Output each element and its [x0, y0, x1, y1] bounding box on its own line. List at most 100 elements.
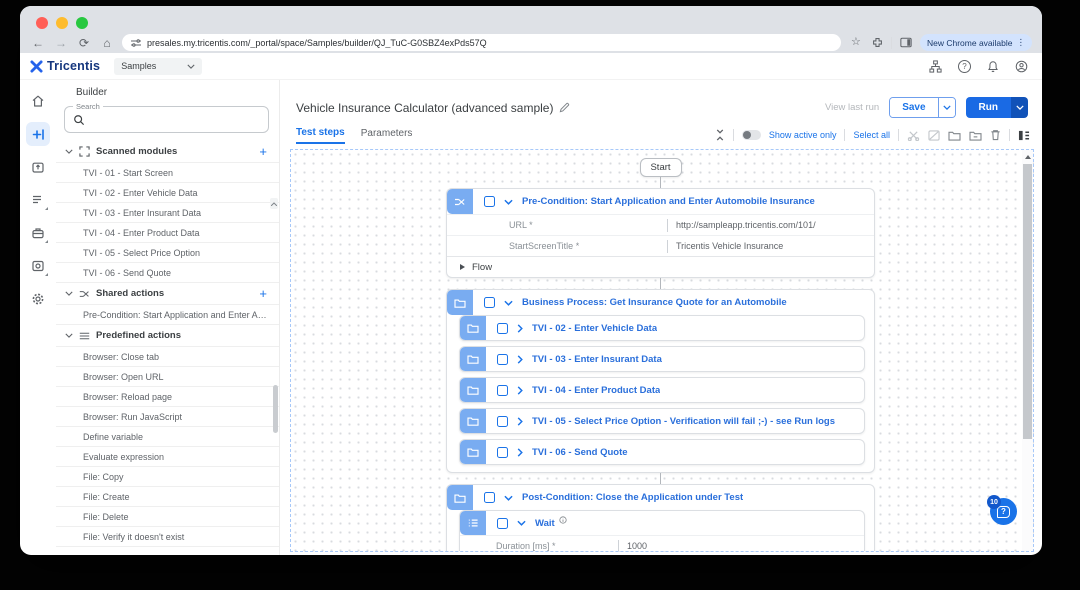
tree-item[interactable]: Browser: Open URL: [56, 367, 279, 387]
group-predefined-actions[interactable]: Predefined actions: [56, 325, 279, 347]
canvas-scrollbar-thumb[interactable]: [1023, 164, 1032, 439]
step-checkbox[interactable]: [497, 322, 508, 334]
tree-item[interactable]: TVI - 03 - Enter Insurant Data: [56, 203, 279, 223]
tree-item[interactable]: Pre-Condition: Start Application and Ent…: [56, 305, 279, 325]
step-checkbox[interactable]: [484, 297, 495, 308]
site-settings-icon[interactable]: [131, 38, 141, 47]
tree-item[interactable]: Evaluate expression: [56, 447, 279, 467]
step-checkbox[interactable]: [497, 353, 508, 365]
canvas-scrollbar[interactable]: [1022, 150, 1033, 551]
collapse-all-icon[interactable]: [715, 129, 725, 141]
org-structure-icon[interactable]: [929, 59, 942, 73]
run-button[interactable]: Run: [965, 97, 1011, 118]
step-title[interactable]: TVI - 03 - Enter Insurant Data: [532, 354, 662, 365]
tree-item[interactable]: Browser: Close tab: [56, 347, 279, 367]
close-window-button[interactable]: [36, 17, 48, 29]
info-icon[interactable]: [559, 516, 567, 524]
tree-item[interactable]: Browser: Reload page: [56, 387, 279, 407]
edit-title-pencil-icon[interactable]: [559, 102, 570, 113]
chevron-down-icon[interactable]: [504, 199, 513, 205]
step-title[interactable]: TVI - 06 - Send Quote: [532, 447, 628, 458]
cut-icon[interactable]: [907, 130, 920, 141]
tvi-step-card[interactable]: TVI - 06 - Send Quote: [459, 439, 865, 465]
tree-item[interactable]: File: Copy: [56, 467, 279, 487]
tree-item[interactable]: File: Create: [56, 487, 279, 507]
rail-home-icon[interactable]: [26, 89, 50, 113]
help-chat-fab[interactable]: ? 10: [987, 495, 1017, 525]
details-panel-icon[interactable]: [1018, 130, 1030, 141]
step-checkbox[interactable]: [497, 384, 508, 396]
tvi-step-card[interactable]: TVI - 03 - Enter Insurant Data: [459, 346, 865, 372]
rail-integrations-icon[interactable]: [26, 254, 50, 278]
wait-step-card[interactable]: Wait Duration [ms] * 1000: [459, 510, 865, 551]
step-title[interactable]: TVI - 02 - Enter Vehicle Data: [532, 323, 657, 334]
tree-item[interactable]: TVI - 01 - Start Screen: [56, 163, 279, 183]
pre-condition-card[interactable]: Pre-Condition: Start Application and Ent…: [446, 188, 875, 278]
chevron-right-icon[interactable]: [517, 385, 523, 395]
business-process-card[interactable]: Business Process: Get Insurance Quote fo…: [446, 289, 875, 473]
show-active-only-label[interactable]: Show active only: [769, 130, 837, 140]
tree-item[interactable]: File: Verify it doesn't exist: [56, 527, 279, 547]
rail-builder-icon[interactable]: [26, 122, 50, 146]
browser-menu-icon[interactable]: ⋮: [1017, 37, 1026, 48]
rail-toolbox-icon[interactable]: [26, 221, 50, 245]
step-title[interactable]: TVI - 04 - Enter Product Data: [532, 385, 660, 396]
step-checkbox[interactable]: [497, 517, 508, 529]
maximize-window-button[interactable]: [76, 17, 88, 29]
add-module-button[interactable]: +: [259, 144, 267, 159]
disable-step-icon[interactable]: [928, 129, 940, 141]
tvi-step-card[interactable]: TVI - 02 - Enter Vehicle Data: [459, 315, 865, 341]
tab-parameters[interactable]: Parameters: [361, 128, 413, 143]
add-shared-action-button[interactable]: +: [259, 286, 267, 301]
folder-icon[interactable]: [948, 130, 961, 141]
tvi-step-card[interactable]: TVI - 04 - Enter Product Data: [459, 377, 865, 403]
chevron-down-icon[interactable]: [504, 300, 513, 306]
rail-settings-gear-icon[interactable]: [26, 287, 50, 311]
chevron-down-icon[interactable]: [65, 149, 73, 154]
back-button[interactable]: ←: [30, 37, 46, 49]
chevron-down-icon[interactable]: [65, 291, 73, 296]
post-condition-card[interactable]: Post-Condition: Close the Application un…: [446, 484, 875, 551]
home-button[interactable]: ⌂: [99, 37, 115, 49]
show-active-only-toggle[interactable]: [741, 130, 761, 140]
ungroup-folder-icon[interactable]: [969, 130, 982, 141]
tree-item[interactable]: TVI - 02 - Enter Vehicle Data: [56, 183, 279, 203]
save-dropdown-button[interactable]: [937, 98, 955, 117]
save-button[interactable]: Save: [890, 98, 938, 117]
chevron-right-icon[interactable]: [517, 323, 523, 333]
notifications-bell-icon[interactable]: [987, 60, 999, 73]
step-title[interactable]: TVI - 05 - Select Price Option - Verific…: [532, 416, 835, 427]
run-dropdown-button[interactable]: [1011, 97, 1028, 118]
flow-expander[interactable]: Flow: [447, 256, 874, 277]
group-shared-actions[interactable]: Shared actions +: [56, 283, 279, 305]
chrome-update-pill[interactable]: New Chrome available ⋮: [919, 34, 1032, 51]
account-avatar-icon[interactable]: [1015, 60, 1028, 73]
chevron-down-icon[interactable]: [517, 520, 526, 526]
step-checkbox[interactable]: [497, 446, 508, 458]
tvi-step-card[interactable]: TVI - 05 - Select Price Option - Verific…: [459, 408, 865, 434]
step-title[interactable]: Post-Condition: Close the Application un…: [522, 492, 743, 503]
chevron-down-icon[interactable]: [65, 333, 73, 338]
select-all-link[interactable]: Select all: [853, 130, 890, 140]
address-bar[interactable]: presales.my.tricentis.com/_portal/space/…: [122, 34, 841, 51]
step-title[interactable]: Pre-Condition: Start Application and Ent…: [522, 196, 815, 207]
tree-item[interactable]: File: Delete: [56, 507, 279, 527]
search-input[interactable]: Search: [64, 102, 269, 133]
panel-scrollbar-thumb[interactable]: [273, 385, 278, 433]
group-scanned-modules[interactable]: Scanned modules +: [56, 141, 279, 163]
step-title[interactable]: Wait: [535, 518, 555, 529]
step-checkbox[interactable]: [484, 492, 495, 503]
tree-item[interactable]: TVI - 05 - Select Price Option: [56, 243, 279, 263]
scroll-up-arrow[interactable]: [1022, 150, 1033, 163]
extensions-icon[interactable]: [872, 37, 883, 48]
param-value[interactable]: Tricentis Vehicle Insurance: [676, 241, 783, 251]
rail-modules-icon[interactable]: [26, 155, 50, 179]
delete-trash-icon[interactable]: [990, 129, 1001, 141]
help-icon[interactable]: ?: [958, 59, 971, 73]
bookmark-star-icon[interactable]: ☆: [848, 37, 864, 48]
chevron-down-icon[interactable]: [504, 495, 513, 501]
tree-item[interactable]: TVI - 06 - Send Quote: [56, 263, 279, 283]
step-checkbox[interactable]: [484, 196, 495, 207]
minimize-window-button[interactable]: [56, 17, 68, 29]
step-checkbox[interactable]: [497, 415, 508, 427]
